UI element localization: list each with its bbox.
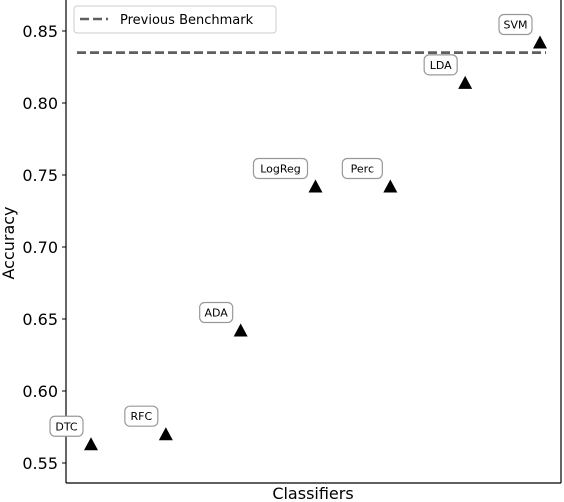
y-tick-label: 0.70 — [22, 238, 58, 257]
annotation-label: DTC — [55, 420, 78, 433]
annotation-label: SVM — [504, 19, 528, 32]
annotation-label: LogReg — [260, 163, 301, 176]
y-axis-label: Accuracy — [0, 206, 18, 279]
y-tick-label: 0.85 — [22, 22, 58, 41]
y-tick-label: 0.55 — [22, 454, 58, 473]
annotation-dtc: DTC — [49, 415, 84, 437]
legend: Previous Benchmark — [73, 5, 277, 34]
annotation-label: ADA — [205, 307, 229, 320]
annotation-logreg: LogReg — [252, 157, 309, 180]
y-tick-label: 0.80 — [22, 94, 58, 113]
annotation-lda: LDA — [423, 54, 458, 76]
y-tick-label: 0.60 — [22, 382, 58, 401]
annotation-ada: ADA — [199, 301, 234, 324]
annotation-svm: SVM — [498, 13, 533, 36]
annotation-perc: Perc — [341, 157, 383, 180]
y-tick-label: 0.75 — [22, 166, 58, 185]
chart-background — [0, 0, 564, 502]
annotation-label: RFC — [131, 410, 153, 423]
y-tick-label: 0.65 — [22, 310, 58, 329]
x-axis-label: Classifiers — [272, 484, 353, 502]
legend-label: Previous Benchmark — [120, 13, 254, 28]
annotation-label: Perc — [351, 163, 374, 176]
annotation-label: LDA — [430, 59, 452, 72]
annotation-rfc: RFC — [124, 405, 159, 427]
accuracy-chart: 0.55 0.60 0.65 0.70 0.75 0.80 0.85 DTC RFC ADA Lo… — [0, 0, 564, 502]
